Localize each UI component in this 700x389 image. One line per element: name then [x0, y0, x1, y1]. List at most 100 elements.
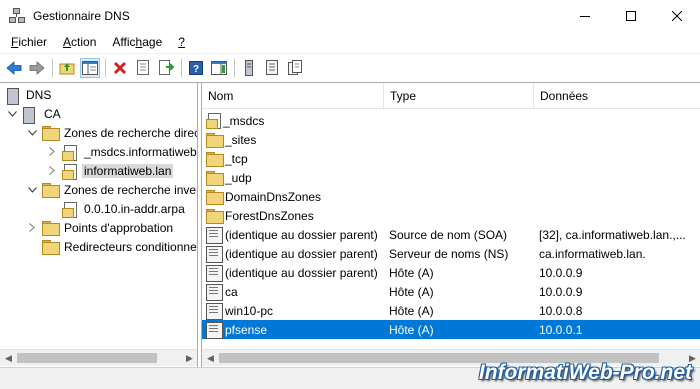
list-row[interactable]: ca Hôte (A) 10.0.0.9 [202, 282, 700, 301]
tree-label: CA [44, 106, 61, 121]
record-type: Hôte (A) [389, 303, 434, 318]
title-bar: Gestionnaire DNS [0, 0, 700, 31]
chevron-right-icon[interactable] [46, 146, 58, 158]
tree-item-forwarders[interactable]: Redirecteurs conditionne [42, 237, 197, 256]
action-pane-button[interactable] [209, 58, 229, 78]
dns-manager-icon [9, 7, 25, 24]
record-name: (identique au dossier parent) [225, 227, 378, 242]
record-name-cell: ca [206, 284, 238, 301]
zone-file-icon [62, 201, 78, 218]
scrollbar-thumb[interactable] [17, 353, 157, 363]
tree-horizontal-scrollbar[interactable]: ◀ ▶ [0, 349, 197, 366]
chevron-down-icon[interactable] [26, 127, 38, 139]
folder-icon [206, 133, 224, 148]
folder-icon [206, 190, 224, 205]
record-name: (identique au dossier parent) [225, 246, 378, 261]
maximize-icon [626, 10, 636, 21]
record-data: 10.0.0.9 [539, 265, 583, 280]
tree-label: informatiweb.lan [82, 163, 174, 178]
close-icon [672, 10, 682, 21]
records-list-pane[interactable]: Nom Type Données _msdcs _sites _tcp _udp Dom… [201, 83, 700, 367]
record-name: (identique au dossier parent) [225, 265, 378, 280]
list-row[interactable]: _tcp [202, 149, 700, 168]
tree-item-dns[interactable]: DNS [6, 85, 53, 105]
tree-item-server[interactable]: CA [6, 104, 63, 124]
folder-icon [42, 125, 60, 141]
list-row[interactable]: (identique au dossier parent) Source de n… [202, 225, 700, 244]
column-header-type[interactable]: Type [384, 83, 534, 109]
list-row[interactable]: _udp [202, 168, 700, 187]
zone-folder-icon [206, 113, 221, 129]
chevron-down-icon[interactable] [26, 184, 38, 196]
minimize-button[interactable] [562, 0, 608, 31]
folder-icon [206, 152, 224, 167]
export-button[interactable] [156, 58, 176, 78]
folder-icon [206, 209, 224, 224]
forward-button[interactable] [27, 58, 47, 78]
scroll-left-icon[interactable]: ◀ [0, 350, 17, 366]
svg-text:?: ? [193, 64, 199, 75]
tree-item-msdcs[interactable]: _msdcs.informatiweb [46, 142, 197, 161]
chevron-down-icon[interactable] [6, 108, 18, 120]
back-button[interactable] [4, 58, 24, 78]
delete-button[interactable] [110, 58, 130, 78]
list-row[interactable]: win10-pc Hôte (A) 10.0.0.8 [202, 301, 700, 320]
maximize-button[interactable] [608, 0, 654, 31]
server-button[interactable] [239, 58, 259, 78]
help-button[interactable]: ? [186, 58, 206, 78]
list-row[interactable]: _sites [202, 130, 700, 149]
column-header-data[interactable]: Données [534, 83, 700, 109]
menu-affichage[interactable]: Affichage [104, 35, 170, 49]
tree-label: Redirecteurs conditionne [64, 239, 197, 254]
tree-item-trust-points[interactable]: Points d'approbation [26, 218, 175, 237]
record-name-cell: (identique au dossier parent) [206, 227, 378, 244]
server-icon [245, 59, 253, 76]
list-row[interactable]: _msdcs [202, 111, 700, 130]
list-row[interactable]: (identique au dossier parent) Serveur de … [202, 244, 700, 263]
tree-pane[interactable]: DNS CA Zones de recherche direc _msdcs.i… [0, 83, 198, 367]
list-row[interactable]: DomainDnsZones [202, 187, 700, 206]
record-icon [206, 322, 223, 339]
list-button[interactable] [262, 58, 282, 78]
scroll-right-icon[interactable]: ▶ [181, 350, 197, 366]
menu-fichier[interactable]: Fichier [3, 35, 55, 49]
tree-label: DNS [26, 87, 52, 102]
tree-item-reverse-zone[interactable]: 0.0.10.in-addr.arpa [62, 199, 187, 218]
tree-item-informatiweb-lan[interactable]: informatiweb.lan [46, 161, 174, 180]
toolbar-separator [181, 58, 182, 77]
tree-item-reverse-zones[interactable]: Zones de recherche inver [26, 180, 197, 199]
forward-icon [29, 60, 45, 75]
column-header-name[interactable]: Nom [202, 83, 384, 109]
tree-item-forward-zones[interactable]: Zones de recherche direc [26, 123, 197, 142]
scroll-left-icon[interactable]: ◀ [202, 350, 219, 366]
list-row[interactable]: ForestDnsZones [202, 206, 700, 225]
record-icon [206, 303, 223, 320]
server-icon [22, 106, 38, 124]
record-name: _udp [225, 170, 252, 185]
record-name: _sites [225, 132, 257, 147]
menu-help[interactable]: ? [170, 35, 193, 49]
record-name-cell: _msdcs [206, 113, 264, 129]
chevron-right-icon[interactable] [46, 165, 58, 177]
record-icon [206, 265, 223, 282]
copy-button[interactable] [285, 58, 305, 78]
up-folder-icon [59, 62, 75, 74]
record-name-cell: pfsense [206, 322, 267, 339]
list-icon [266, 60, 278, 75]
close-button[interactable] [654, 0, 700, 31]
chevron-right-icon[interactable] [26, 222, 38, 234]
record-type: Hôte (A) [389, 265, 434, 280]
list-row[interactable]: pfsense Hôte (A) 10.0.0.1 [202, 320, 700, 339]
record-name-cell: _sites [206, 132, 257, 148]
up-folder-button[interactable] [57, 58, 77, 78]
show-hide-tree-button[interactable] [80, 57, 100, 78]
window-title: Gestionnaire DNS [33, 8, 130, 23]
record-type: Hôte (A) [389, 284, 434, 299]
record-name-cell: (identique au dossier parent) [206, 265, 378, 282]
toolbar-separator [52, 58, 53, 77]
properties-button[interactable] [133, 58, 153, 78]
list-row[interactable]: (identique au dossier parent) Hôte (A) 10.… [202, 263, 700, 282]
menu-action[interactable]: Action [55, 35, 104, 49]
record-name: DomainDnsZones [225, 189, 322, 204]
back-icon [6, 60, 22, 75]
